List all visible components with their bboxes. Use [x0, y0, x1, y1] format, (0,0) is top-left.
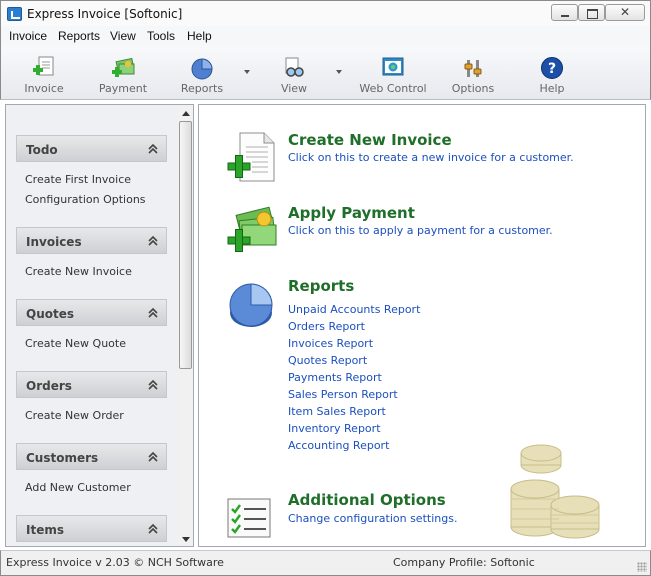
collapse-chevron-icon — [148, 523, 158, 534]
section-invoices-title: Invoices — [26, 235, 82, 249]
toolbar-web-control-label: Web Control — [359, 82, 427, 95]
create-invoice-title[interactable]: Create New Invoice — [288, 131, 452, 149]
payment-icon — [112, 57, 135, 77]
toolbar-invoice-button[interactable]: Invoice — [9, 52, 79, 98]
toolbar-reports-button[interactable]: Reports — [167, 52, 237, 98]
report-link-quotes[interactable]: Quotes Report — [288, 354, 367, 367]
options-icon — [464, 60, 482, 77]
collapse-chevron-icon — [148, 451, 158, 462]
section-todo-title: Todo — [26, 143, 58, 157]
main-panel: Create New Invoice Click on this to crea… — [198, 104, 646, 547]
report-link-payments[interactable]: Payments Report — [288, 371, 382, 384]
view-icon — [285, 57, 304, 77]
window-title: Express Invoice [Softonic] — [27, 7, 183, 21]
help-icon: ? — [541, 57, 563, 79]
task-create-first-invoice[interactable]: Create First Invoice — [25, 173, 131, 186]
section-customers-header[interactable]: Customers — [16, 443, 167, 470]
section-orders-title: Orders — [26, 379, 72, 393]
toolbar-options-button[interactable]: Options — [438, 52, 508, 98]
close-icon: ✕ — [619, 5, 631, 19]
section-items-header[interactable]: Items — [16, 515, 167, 542]
report-link-inventory[interactable]: Inventory Report — [288, 422, 381, 435]
reports-pie-icon — [191, 58, 213, 80]
task-configuration-options[interactable]: Configuration Options — [25, 193, 146, 206]
task-create-new-invoice[interactable]: Create New Invoice — [25, 265, 132, 278]
section-customers-title: Customers — [26, 451, 99, 465]
toolbar-view-button[interactable]: View — [259, 52, 329, 98]
view-dropdown-arrow[interactable] — [336, 70, 342, 74]
collapse-chevron-icon — [148, 379, 158, 390]
toolbar-options-label: Options — [451, 82, 495, 95]
menu-help[interactable]: Help — [187, 29, 212, 43]
apply-payment-icon[interactable] — [226, 205, 278, 257]
menu-view[interactable]: View — [110, 29, 136, 43]
menu-reports[interactable]: Reports — [58, 29, 100, 43]
section-quotes-header[interactable]: Quotes — [16, 299, 167, 326]
new-invoice-icon — [33, 56, 54, 76]
reports-pie-chart-icon[interactable] — [227, 279, 277, 331]
section-invoices-header[interactable]: Invoices — [16, 227, 167, 254]
report-link-orders[interactable]: Orders Report — [288, 320, 365, 333]
report-link-accounting[interactable]: Accounting Report — [288, 439, 389, 452]
toolbar-help-label: Help — [539, 82, 565, 95]
svg-text:?: ? — [548, 61, 556, 77]
menu-invoice[interactable]: Invoice — [9, 29, 47, 43]
section-todo-header[interactable]: Todo — [16, 135, 167, 162]
reports-title: Reports — [288, 277, 355, 295]
additional-options-checklist-icon[interactable] — [226, 497, 274, 539]
task-create-new-quote[interactable]: Create New Quote — [25, 337, 126, 350]
web-control-icon — [382, 57, 404, 76]
report-link-item-sales[interactable]: Item Sales Report — [288, 405, 386, 418]
minimize-button[interactable] — [551, 4, 578, 21]
toolbar-invoice-label: Invoice — [24, 82, 64, 95]
status-company-profile: Company Profile: Softonic — [393, 556, 535, 569]
additional-options-title[interactable]: Additional Options — [288, 491, 446, 509]
close-button[interactable]: ✕ — [605, 4, 645, 21]
create-invoice-desc[interactable]: Click on this to create a new invoice fo… — [288, 151, 574, 164]
toolbar: Invoice Payment Reports View Web Control… — [0, 46, 651, 100]
status-version-text: Express Invoice v 2.03 © NCH Software — [6, 556, 224, 569]
toolbar-web-control-button[interactable]: Web Control — [358, 52, 428, 98]
menu-tools[interactable]: Tools — [147, 29, 175, 43]
section-orders-header[interactable]: Orders — [16, 371, 167, 398]
menu-bar: Invoice Reports View Tools Help — [0, 26, 651, 46]
report-link-invoices[interactable]: Invoices Report — [288, 337, 373, 350]
task-add-new-customer[interactable]: Add New Customer — [25, 481, 131, 494]
section-items-title: Items — [26, 523, 64, 537]
report-link-sales-person[interactable]: Sales Person Report — [288, 388, 398, 401]
toolbar-payment-label: Payment — [98, 82, 148, 95]
additional-options-desc[interactable]: Change configuration settings. — [288, 512, 457, 525]
coins-decoration-icon — [510, 444, 600, 539]
toolbar-payment-button[interactable]: Payment — [88, 52, 158, 98]
apply-payment-title[interactable]: Apply Payment — [288, 204, 415, 222]
status-bar: Express Invoice v 2.03 © NCH Software Co… — [0, 550, 651, 576]
maximize-button[interactable] — [578, 4, 605, 21]
collapse-chevron-icon — [148, 235, 158, 246]
report-link-unpaid-accounts[interactable]: Unpaid Accounts Report — [288, 303, 420, 316]
app-icon — [7, 7, 22, 21]
task-panel: Todo Create First Invoice Configuration … — [5, 104, 194, 547]
toolbar-help-button[interactable]: ? Help — [517, 52, 587, 98]
toolbar-reports-label: Reports — [180, 82, 224, 95]
section-quotes-title: Quotes — [26, 307, 75, 321]
collapse-chevron-icon — [148, 307, 158, 318]
scroll-up-arrow-icon[interactable] — [182, 111, 190, 116]
create-invoice-icon[interactable] — [226, 131, 276, 183]
toolbar-view-label: View — [280, 82, 308, 95]
resize-grip-icon[interactable] — [637, 562, 647, 572]
scroll-thumb[interactable] — [179, 121, 192, 369]
apply-payment-desc[interactable]: Click on this to apply a payment for a c… — [288, 224, 553, 237]
reports-dropdown-arrow[interactable] — [244, 70, 250, 74]
collapse-chevron-icon — [148, 143, 158, 154]
title-bar: Express Invoice [Softonic] ✕ — [0, 0, 651, 26]
task-panel-scrollbar[interactable] — [178, 105, 193, 546]
scroll-down-arrow-icon[interactable] — [182, 537, 190, 542]
task-create-new-order[interactable]: Create New Order — [25, 409, 124, 422]
